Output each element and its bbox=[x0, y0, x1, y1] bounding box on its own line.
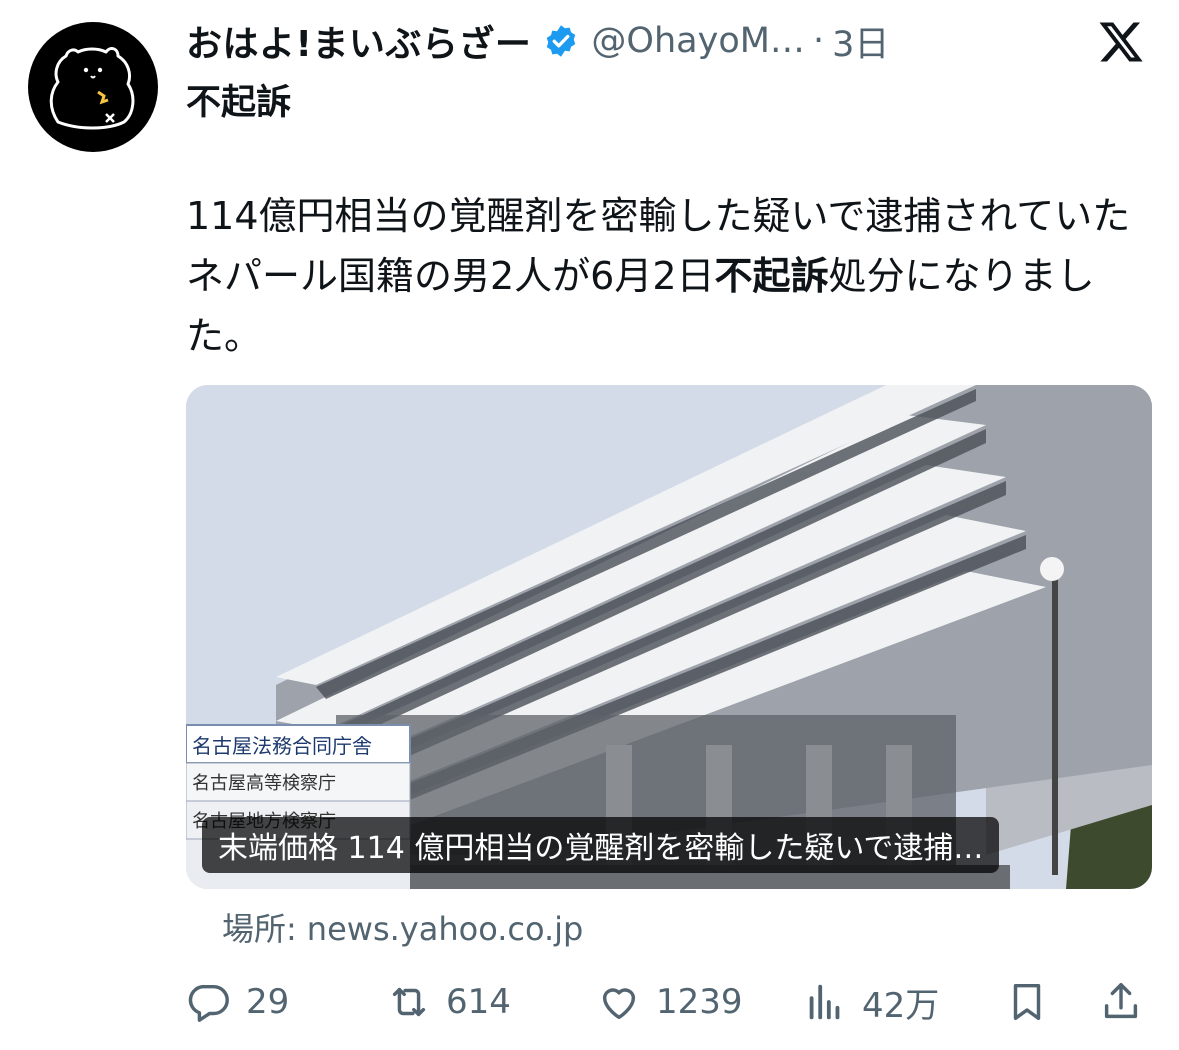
separator-dot: · bbox=[812, 21, 825, 61]
card-source[interactable]: 場所: news.yahoo.co.jp bbox=[222, 904, 583, 950]
tweet-body: 114億円相当の覚醒剤を密輸した疑いで逮捕されていたネパール国籍の男2人が6月2… bbox=[186, 186, 1166, 366]
views-count: 42万 bbox=[862, 985, 940, 1026]
sign-text-1: 名古屋法務合同庁舎 bbox=[192, 734, 372, 758]
link-card[interactable]: 名古屋法務合同庁舎 名古屋高等検察庁 名古屋地方検察庁 末端価格 114 億円相… bbox=[186, 385, 1152, 889]
avatar-image bbox=[49, 47, 135, 130]
views-icon bbox=[809, 984, 840, 1020]
timestamp[interactable]: 3日 bbox=[832, 16, 889, 67]
bookmark-button[interactable] bbox=[1004, 972, 1050, 1032]
retweet-button[interactable]: 614 bbox=[386, 972, 511, 1032]
reply-button[interactable]: 29 bbox=[186, 972, 289, 1032]
reply-count: 29 bbox=[246, 982, 290, 1022]
tweet-subject: 不起訴 bbox=[186, 83, 292, 123]
action-bar: 29 614 1239 42万 bbox=[186, 972, 1146, 1032]
card-image: 名古屋法務合同庁舎 名古屋高等検察庁 名古屋地方検察庁 bbox=[186, 385, 1152, 889]
views-button[interactable]: 42万 bbox=[802, 972, 939, 1032]
share-icon bbox=[1104, 983, 1138, 1019]
x-logo-icon[interactable] bbox=[1097, 18, 1145, 66]
card-title[interactable]: 末端価格 114 億円相当の覚醒剤を密輸した疑いで逮捕… bbox=[202, 817, 1000, 873]
display-name[interactable]: おはよ!まいぶらざー bbox=[186, 15, 531, 67]
retweet-icon bbox=[392, 987, 426, 1017]
source-domain[interactable]: news.yahoo.co.jp bbox=[307, 910, 584, 948]
avatar[interactable] bbox=[28, 22, 158, 152]
sign-text-2: 名古屋高等検察庁 bbox=[192, 773, 336, 794]
tweet-body-bold: 不起訴 bbox=[714, 254, 829, 298]
reply-icon bbox=[188, 984, 229, 1022]
like-button[interactable]: 1239 bbox=[596, 972, 743, 1032]
verified-badge-icon bbox=[547, 25, 576, 57]
share-button[interactable] bbox=[1098, 972, 1144, 1032]
heart-icon bbox=[602, 988, 636, 1020]
user-handle[interactable]: @OhayoM… bbox=[591, 21, 805, 61]
source-label: 場所: bbox=[222, 910, 297, 948]
bookmark-icon bbox=[1013, 983, 1041, 1021]
tweet-header: おはよ!まいぶらざー @OhayoM… · 3日 bbox=[186, 14, 1086, 68]
like-count: 1239 bbox=[656, 982, 743, 1022]
retweet-count: 614 bbox=[446, 982, 511, 1022]
